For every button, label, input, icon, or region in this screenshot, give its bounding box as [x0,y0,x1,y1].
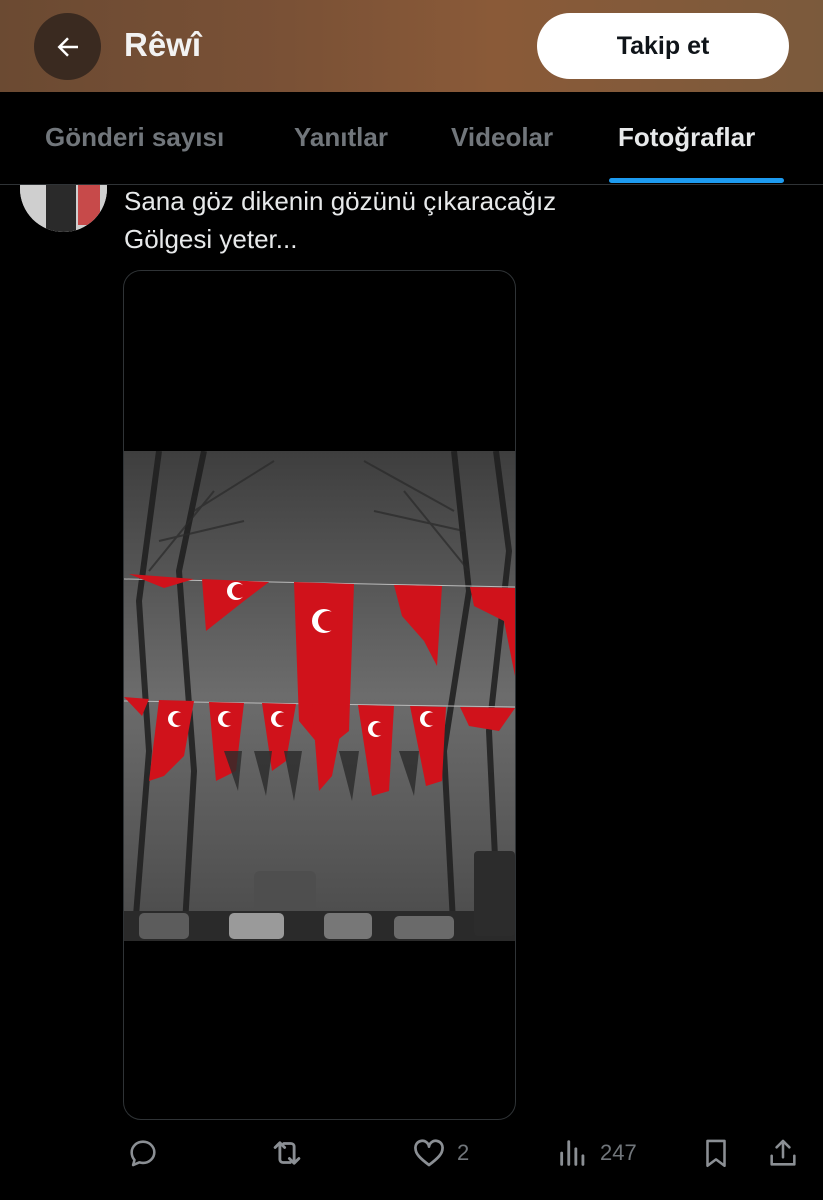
back-button[interactable] [34,13,101,80]
views-button[interactable]: 247 [556,1125,637,1181]
views-icon [560,1140,585,1166]
like-button[interactable]: 2 [411,1125,469,1181]
post-media[interactable] [123,270,516,1120]
tab-photos[interactable]: Fotoğraflar [618,122,755,153]
back-arrow-icon [57,36,78,57]
repost-button[interactable] [268,1125,306,1181]
tab-videos[interactable]: Videolar [451,122,553,153]
follow-button[interactable]: Takip et [537,13,789,79]
post-text: Sana göz dikenin gözünü çıkaracağız Gölg… [124,182,556,258]
bookmark-icon [706,1139,726,1168]
post-text-line: Gölgesi yeter... [124,224,298,254]
profile-name: Rêwî [124,26,202,63]
post-text-line: Sana göz dikenin gözünü çıkaracağız [124,186,557,216]
profile-header: Rêwî Takip et [0,0,823,92]
bookmark-button[interactable] [699,1125,733,1181]
profile-tabs: Gönderi sayısı Yanıtlar Videolar Fotoğra… [0,92,823,185]
like-icon [414,1139,444,1167]
like-count: 2 [457,1140,470,1165]
share-button[interactable] [766,1125,800,1181]
view-count: 247 [600,1140,637,1165]
post-action-bar: 2 247 [0,1125,823,1185]
reply-button[interactable] [126,1125,160,1181]
tab-replies[interactable]: Yanıtlar [294,122,388,153]
tab-posts[interactable]: Gönderi sayısı [45,122,224,153]
post-photo[interactable] [124,451,515,941]
repost-icon [273,1141,301,1165]
active-tab-indicator [609,178,784,183]
share-icon [770,1139,796,1166]
reply-icon [130,1140,156,1167]
